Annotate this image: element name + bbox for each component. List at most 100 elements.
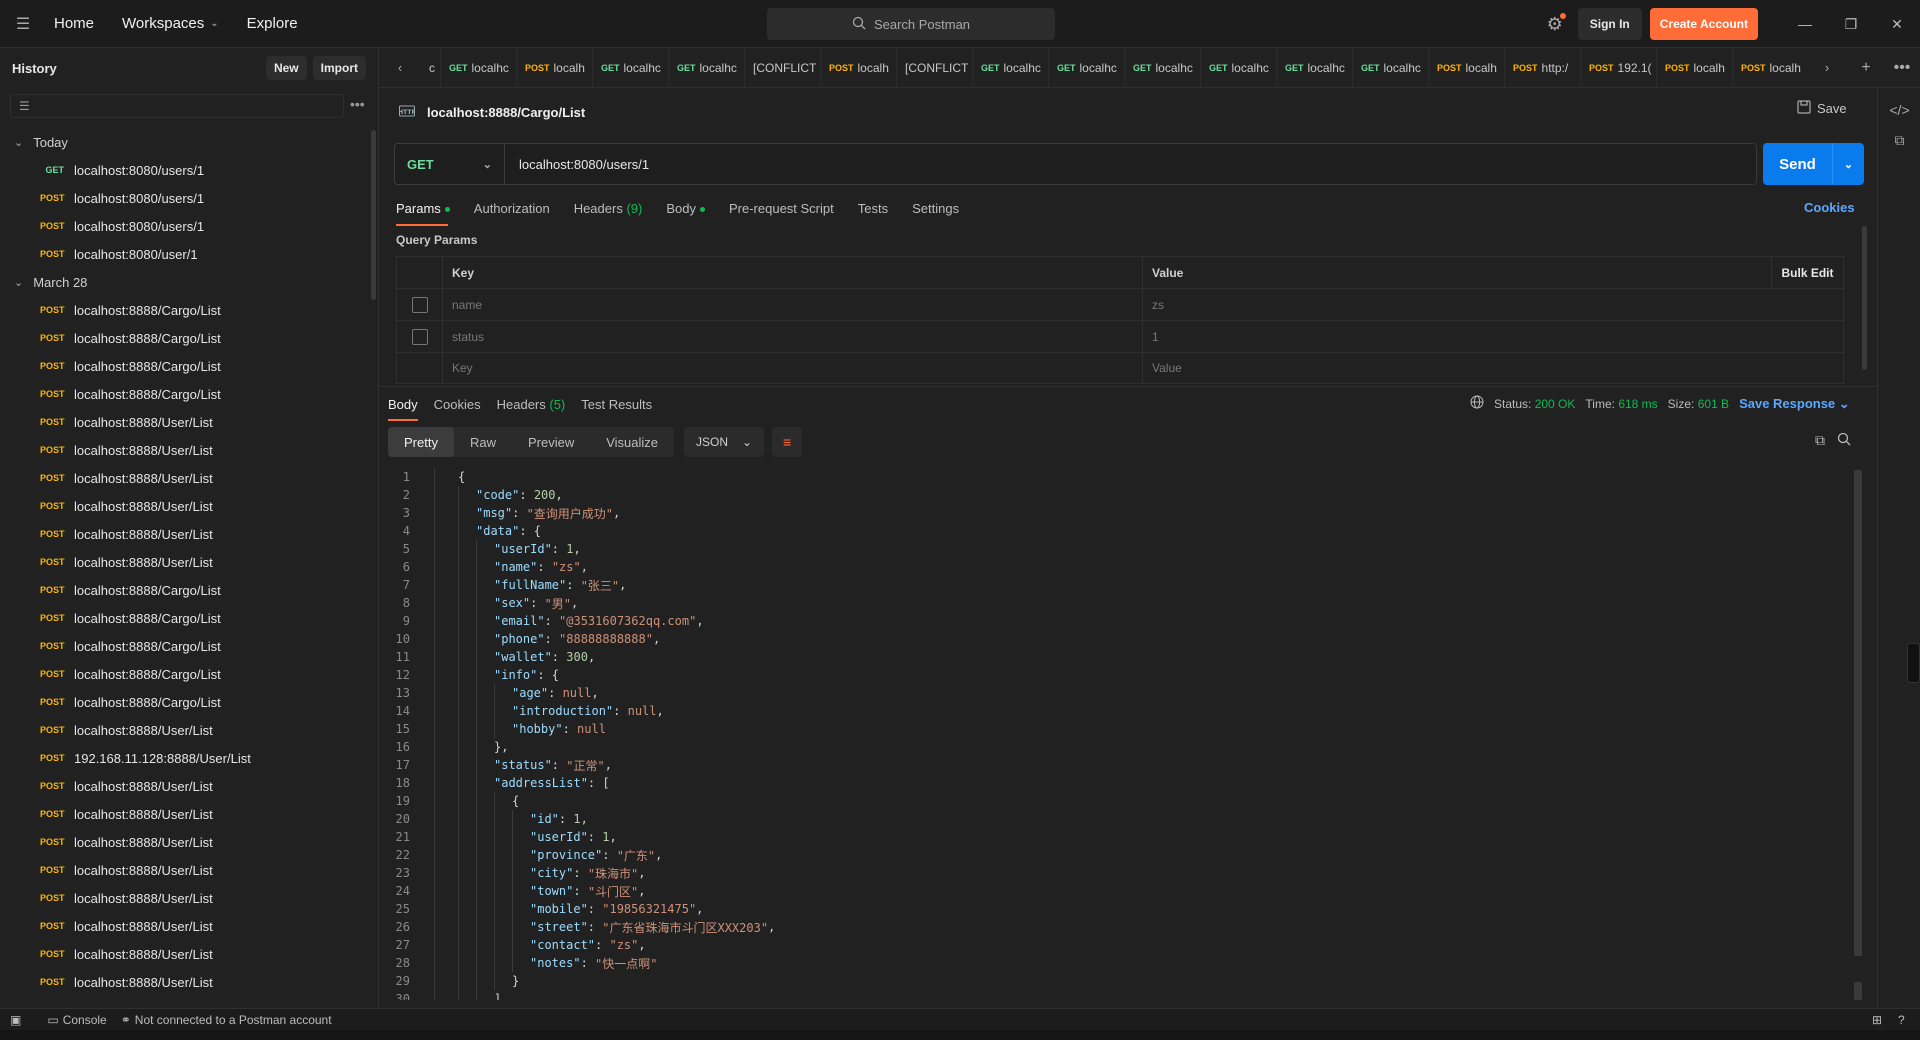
list-item[interactable]: POST localhost:8888/Cargo/List [0, 632, 372, 660]
copy-icon[interactable]: ⧉ [1815, 432, 1825, 449]
code-snippet-icon[interactable]: </> [1878, 102, 1920, 118]
list-item[interactable]: POST localhost:8888/User/List [0, 912, 372, 940]
view-pretty[interactable]: Pretty [388, 427, 454, 457]
new-tab-plus-icon[interactable]: + [1848, 59, 1884, 77]
list-item[interactable]: POST localhost:8888/Cargo/List [0, 296, 372, 324]
view-raw[interactable]: Raw [454, 427, 512, 457]
tab-params[interactable]: Params [396, 201, 450, 226]
request-tab[interactable]: GET localhc [1049, 47, 1125, 88]
request-tab[interactable]: [CONFLICT [897, 47, 973, 88]
request-tab[interactable]: POST http:/ [1505, 47, 1581, 88]
menu-icon[interactable]: ☰ [0, 0, 46, 48]
list-item[interactable]: POST localhost:8080/users/1 [0, 212, 372, 240]
settings-gear-icon[interactable]: ⚙ [1542, 11, 1568, 37]
response-divider[interactable] [379, 386, 1877, 387]
search-icon[interactable] [1837, 432, 1851, 449]
request-tab[interactable]: GET localhc [1125, 47, 1201, 88]
time-info[interactable]: Time: 618 ms [1585, 397, 1657, 411]
console-button[interactable]: ▭ Console [47, 1013, 106, 1027]
request-tab[interactable]: GET localhc [973, 47, 1049, 88]
request-tab[interactable]: GET localhc [441, 47, 517, 88]
minimize-icon[interactable]: — [1782, 0, 1828, 48]
list-item[interactable]: POST localhost:8080/user/1 [0, 240, 372, 268]
send-options-chevron-icon[interactable]: ⌄ [1832, 143, 1864, 185]
request-tab[interactable]: POST localh [517, 47, 593, 88]
status-info[interactable]: Status: 200 OK [1494, 397, 1575, 411]
view-preview[interactable]: Preview [512, 427, 590, 457]
request-tab[interactable]: POST localh [1733, 48, 1806, 88]
new-key-input[interactable]: Key [443, 353, 1143, 383]
format-select[interactable]: JSON ⌄ [684, 427, 765, 457]
request-tab[interactable]: GET localhc [1353, 47, 1429, 88]
side-panel-handle[interactable] [1907, 643, 1920, 683]
resp-tab-cookies[interactable]: Cookies [434, 397, 481, 412]
list-item[interactable]: POST localhost:8888/User/List [0, 800, 372, 828]
tab-body[interactable]: Body [666, 201, 705, 216]
list-item[interactable]: POST localhost:8888/User/List [0, 436, 372, 464]
request-tab[interactable]: POST 192.1( [1581, 47, 1657, 88]
history-group[interactable]: ⌄ Today [0, 128, 372, 156]
cookies-link[interactable]: Cookies [1804, 200, 1855, 215]
account-status[interactable]: ⚭ Not connected to a Postman account [121, 1013, 332, 1027]
tab-headers[interactable]: Headers (9) [574, 201, 643, 216]
tab-tests[interactable]: Tests [858, 201, 888, 216]
resp-tab-body[interactable]: Body [388, 397, 418, 421]
more-options-icon[interactable]: ••• [350, 96, 365, 112]
view-visualize[interactable]: Visualize [590, 427, 674, 457]
resp-tab-test-results[interactable]: Test Results [581, 397, 652, 412]
list-item[interactable]: POST localhost:8888/User/List [0, 772, 372, 800]
size-info[interactable]: Size: 601 B [1668, 397, 1729, 411]
layout-icon[interactable]: ⊞ [1872, 1013, 1882, 1027]
request-tab[interactable]: POST localh [1657, 47, 1733, 88]
create-account-button[interactable]: Create Account [1649, 8, 1758, 40]
search-input[interactable]: Search Postman [767, 8, 1055, 40]
list-item[interactable]: POST localhost:8888/Cargo/List [0, 688, 372, 716]
nav-explore[interactable]: Explore [247, 15, 298, 32]
tab-options-icon[interactable]: ••• [1884, 59, 1920, 77]
request-tab[interactable]: GET localhc [1277, 47, 1353, 88]
nav-home[interactable]: Home [54, 15, 94, 32]
method-select[interactable]: GET ⌄ [395, 144, 505, 184]
sidebar-scrollbar[interactable] [371, 130, 376, 300]
list-item[interactable]: POST localhost:8888/User/List [0, 828, 372, 856]
request-tab[interactable]: GET localhc [1201, 47, 1277, 88]
bulk-edit-button[interactable]: Bulk Edit [1771, 257, 1843, 288]
request-title[interactable]: localhost:8888/Cargo/List [427, 105, 585, 120]
request-tab[interactable]: GET localhc [669, 47, 745, 88]
nav-workspaces[interactable]: Workspaces ⌄ [122, 15, 219, 32]
list-item[interactable]: POST localhost:8888/Cargo/List [0, 324, 372, 352]
list-item[interactable]: POST localhost:8888/User/List [0, 716, 372, 744]
list-item[interactable]: POST localhost:8888/Cargo/List [0, 352, 372, 380]
list-item[interactable]: POST localhost:8888/Cargo/List [0, 604, 372, 632]
url-input[interactable]: localhost:8080/users/1 [505, 157, 649, 172]
code-scrollbar[interactable] [1854, 470, 1862, 956]
documentation-icon[interactable]: ⧉ [1878, 132, 1920, 149]
response-code-editor[interactable]: 1{2 "code": 200, 3 "msg": "查询用户成功", 4 "data":… [388, 468, 1848, 1000]
help-icon[interactable]: ? [1898, 1013, 1905, 1027]
toggle-sidebar-icon[interactable]: ▣ [10, 1013, 21, 1027]
wrap-lines-icon[interactable]: ≡ [772, 427, 803, 457]
tab-settings[interactable]: Settings [912, 201, 959, 216]
request-tab[interactable]: POST localh [1429, 47, 1505, 88]
list-item[interactable]: POST localhost:8888/User/List [0, 884, 372, 912]
list-item[interactable]: POST localhost:8888/User/List [0, 548, 372, 576]
list-item[interactable]: POST localhost:8888/User/List [0, 492, 372, 520]
param-key[interactable]: status [443, 321, 1143, 352]
request-tab[interactable]: [CONFLICT [745, 47, 821, 88]
param-value[interactable]: 1 [1143, 321, 1843, 352]
code-scrollbar-thumb[interactable] [1854, 982, 1862, 1000]
param-checkbox[interactable] [411, 296, 428, 313]
list-item[interactable]: POST localhost:8888/User/List [0, 856, 372, 884]
list-item[interactable]: POST localhost:8888/Cargo/List [0, 380, 372, 408]
import-button[interactable]: Import [312, 56, 366, 80]
list-item[interactable]: POST localhost:8888/User/List [0, 940, 372, 968]
param-value[interactable]: zs [1143, 289, 1843, 320]
sign-in-button[interactable]: Sign In [1577, 8, 1642, 40]
tab-authorization[interactable]: Authorization [474, 201, 550, 216]
param-key[interactable]: name [443, 289, 1143, 320]
list-item[interactable]: POST localhost:8080/users/1 [0, 184, 372, 212]
list-item[interactable]: POST localhost:8888/Cargo/List [0, 576, 372, 604]
tabs-scroll-left-icon[interactable]: ‹ [379, 48, 421, 88]
restore-icon[interactable]: ❐ [1828, 0, 1874, 48]
list-item[interactable]: POST localhost:8888/User/List [0, 464, 372, 492]
